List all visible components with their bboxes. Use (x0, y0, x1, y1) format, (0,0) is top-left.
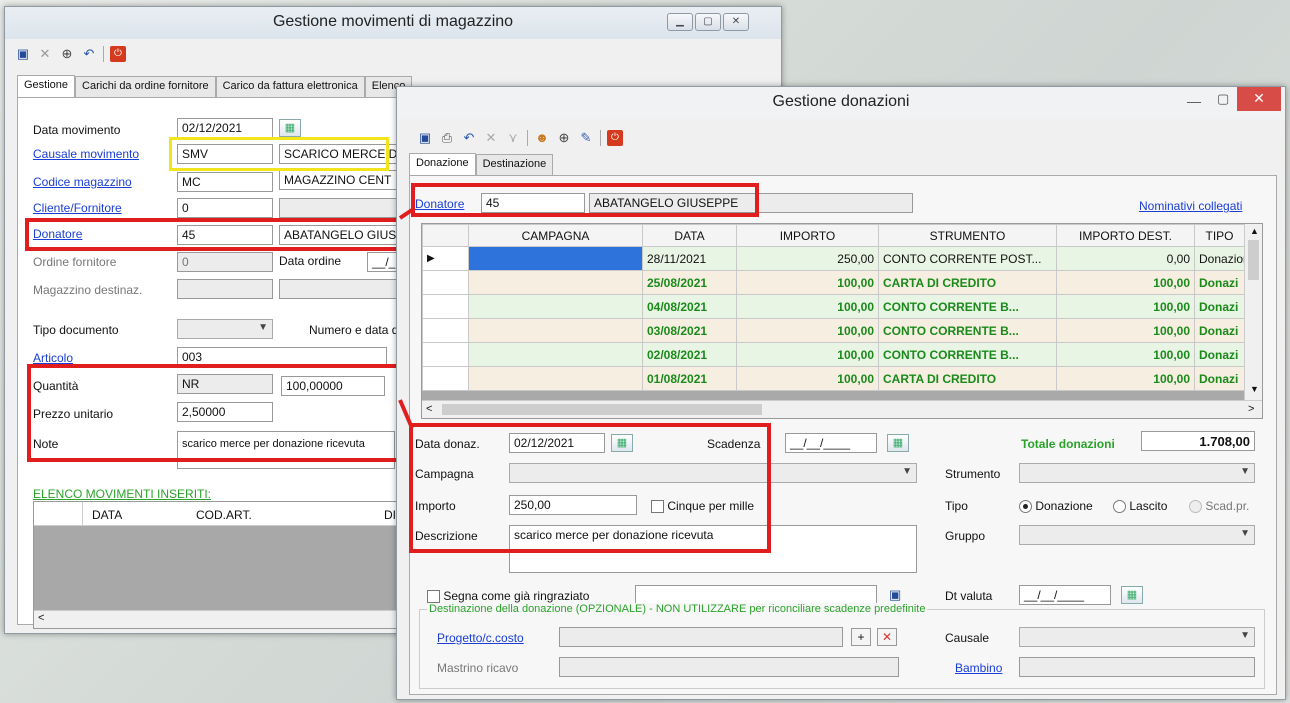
annotation-connectors (398, 208, 414, 429)
